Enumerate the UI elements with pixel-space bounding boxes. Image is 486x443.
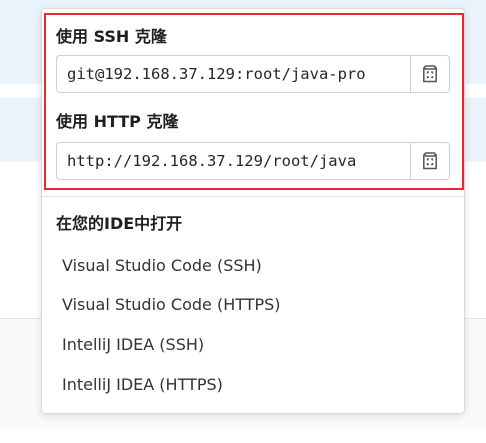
http-url-group — [56, 142, 450, 180]
ide-item-vscode-ssh[interactable]: Visual Studio Code (SSH) — [62, 256, 262, 275]
ide-item-vscode-https[interactable]: Visual Studio Code (HTTPS) — [62, 295, 281, 314]
section-divider — [42, 196, 464, 197]
clipboard-copy-icon — [423, 65, 437, 83]
http-url-input[interactable] — [56, 142, 410, 180]
copy-http-url-button[interactable] — [410, 142, 450, 180]
open-in-ide-title: 在您的IDE中打开 — [56, 214, 183, 233]
ssh-clone-label: 使用 SSH 克隆 — [56, 27, 167, 46]
ide-item-intellij-ssh[interactable]: IntelliJ IDEA (SSH) — [62, 335, 204, 354]
ide-item-intellij-https[interactable]: IntelliJ IDEA (HTTPS) — [62, 375, 223, 394]
ssh-url-input[interactable] — [56, 55, 410, 93]
copy-ssh-url-button[interactable] — [410, 55, 450, 93]
clipboard-copy-icon — [423, 152, 437, 170]
http-clone-label: 使用 HTTP 克隆 — [56, 112, 179, 131]
ssh-url-group — [56, 55, 450, 93]
